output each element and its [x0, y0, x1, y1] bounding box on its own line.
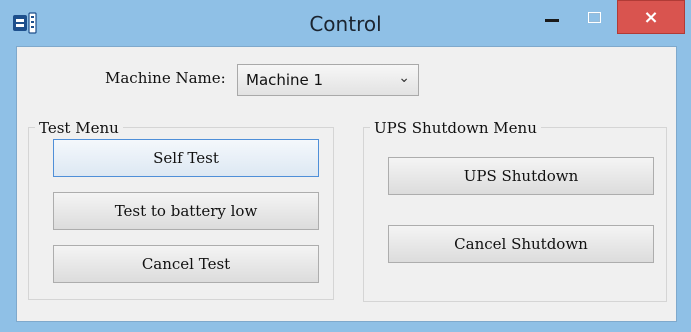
ups-shutdown-menu-group: UPS Shutdown Menu UPS Shutdown Cancel Sh… — [363, 119, 667, 302]
cancel-shutdown-button[interactable]: Cancel Shutdown — [388, 225, 654, 263]
machine-name-label: Machine Name: — [105, 69, 226, 87]
maximize-icon — [587, 11, 601, 23]
test-menu-group: Test Menu Self Test Test to battery low … — [28, 119, 334, 300]
test-to-battery-low-button[interactable]: Test to battery low — [53, 192, 319, 230]
minimize-button[interactable] — [531, 0, 573, 34]
machine-name-dropdown[interactable]: Machine 1 ⌄ — [237, 64, 419, 96]
self-test-button[interactable]: Self Test — [53, 139, 319, 177]
ups-shutdown-menu-title: UPS Shutdown Menu — [370, 119, 541, 137]
ups-shutdown-button[interactable]: UPS Shutdown — [388, 157, 654, 195]
test-menu-title: Test Menu — [35, 119, 123, 137]
maximize-button[interactable] — [573, 0, 615, 34]
control-window: Control × Machine Name: Machine 1 ⌄ Test… — [0, 0, 691, 332]
close-button[interactable]: × — [617, 0, 685, 34]
client-area: Machine Name: Machine 1 ⌄ Test Menu Self… — [16, 46, 677, 322]
cancel-test-button[interactable]: Cancel Test — [53, 245, 319, 283]
machine-name-value: Machine 1 — [246, 71, 324, 89]
minimize-icon — [545, 18, 559, 22]
close-icon: × — [643, 6, 659, 28]
title-bar[interactable]: Control × — [0, 0, 691, 46]
chevron-down-icon: ⌄ — [398, 70, 410, 86]
